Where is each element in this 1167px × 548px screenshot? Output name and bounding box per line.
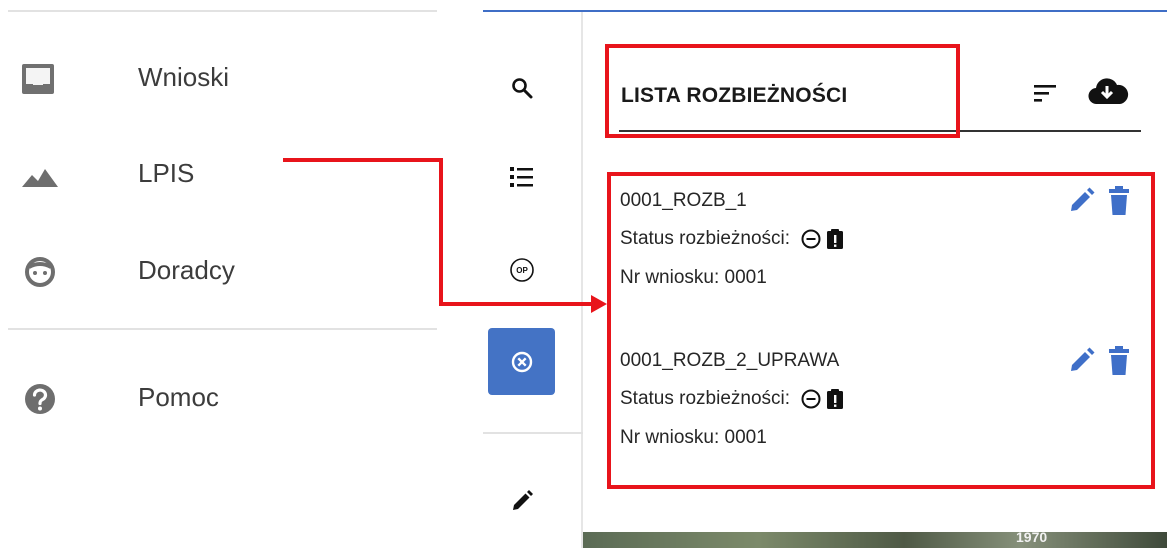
list-icon <box>509 166 533 187</box>
nav-item-label: Wnioski <box>138 62 230 92</box>
sort-icon <box>1034 85 1056 102</box>
highlight-title-box <box>605 44 960 138</box>
nav-item-wnioski[interactable]: Wnioski <box>0 47 437 107</box>
nav-divider <box>8 10 437 12</box>
highlight-list-box <box>607 172 1155 489</box>
landscape-icon <box>22 169 58 187</box>
map-preview <box>583 532 1167 548</box>
edit-tool-button[interactable] <box>488 467 555 534</box>
nav-menu: Wnioski LPIS Doradcy Pomoc <box>0 0 437 548</box>
nav-item-label: Doradcy <box>138 255 235 285</box>
nav-item-label: Pomoc <box>138 382 219 412</box>
toolbar: OP <box>483 12 583 548</box>
op-button[interactable]: OP <box>488 236 555 303</box>
op-icon: OP <box>509 257 534 282</box>
search-icon <box>511 77 532 98</box>
panel-top-border <box>483 10 1167 12</box>
pencil-icon <box>512 489 533 510</box>
list-button[interactable] <box>488 143 555 210</box>
nav-item-lpis[interactable]: LPIS <box>0 143 437 203</box>
nav-divider <box>8 328 437 330</box>
inbox-icon <box>22 64 54 94</box>
help-icon <box>25 384 55 414</box>
search-button[interactable] <box>488 54 555 121</box>
map-label: 1970 <box>1016 529 1048 545</box>
nav-item-label: LPIS <box>138 158 195 188</box>
download-button[interactable] <box>1087 74 1129 110</box>
sort-button[interactable] <box>1030 80 1060 106</box>
face-icon <box>25 257 55 287</box>
discrepancy-button[interactable] <box>488 328 555 395</box>
nav-item-doradcy[interactable]: Doradcy <box>0 240 437 300</box>
close-circle-icon <box>511 351 532 372</box>
nav-item-pomoc[interactable]: Pomoc <box>0 367 437 427</box>
toolbar-separator <box>483 432 583 434</box>
svg-text:OP: OP <box>516 266 528 275</box>
cloud-download-icon <box>1088 78 1129 105</box>
